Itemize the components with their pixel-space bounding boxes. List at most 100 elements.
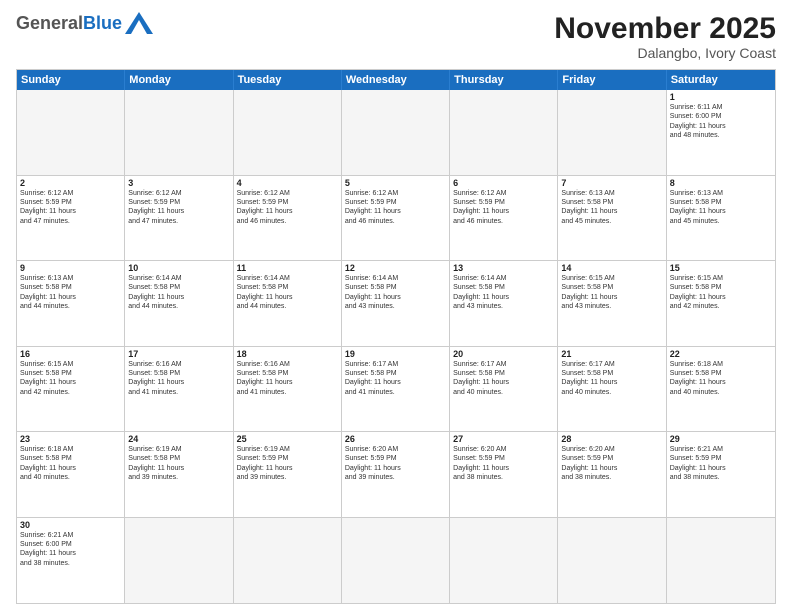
- cal-day-17: 17Sunrise: 6:16 AM Sunset: 5:58 PM Dayli…: [125, 347, 233, 433]
- day-number: 30: [20, 520, 121, 530]
- day-info: Sunrise: 6:17 AM Sunset: 5:58 PM Dayligh…: [453, 360, 554, 398]
- day-info: Sunrise: 6:12 AM Sunset: 5:59 PM Dayligh…: [237, 189, 338, 227]
- cal-empty: [125, 90, 233, 176]
- cal-day-30: 30Sunrise: 6:21 AM Sunset: 6:00 PM Dayli…: [17, 518, 125, 604]
- day-number: 3: [128, 178, 229, 188]
- cal-day-2: 2Sunrise: 6:12 AM Sunset: 5:59 PM Daylig…: [17, 176, 125, 262]
- calendar-header: SundayMondayTuesdayWednesdayThursdayFrid…: [17, 70, 775, 90]
- cal-day-13: 13Sunrise: 6:14 AM Sunset: 5:58 PM Dayli…: [450, 261, 558, 347]
- day-info: Sunrise: 6:12 AM Sunset: 5:59 PM Dayligh…: [128, 189, 229, 227]
- day-number: 7: [561, 178, 662, 188]
- cal-day-12: 12Sunrise: 6:14 AM Sunset: 5:58 PM Dayli…: [342, 261, 450, 347]
- cal-day-7: 7Sunrise: 6:13 AM Sunset: 5:58 PM Daylig…: [558, 176, 666, 262]
- day-info: Sunrise: 6:19 AM Sunset: 5:59 PM Dayligh…: [237, 445, 338, 483]
- cal-empty: [17, 90, 125, 176]
- day-number: 16: [20, 349, 121, 359]
- day-number: 29: [670, 434, 772, 444]
- day-info: Sunrise: 6:17 AM Sunset: 5:58 PM Dayligh…: [561, 360, 662, 398]
- calendar: SundayMondayTuesdayWednesdayThursdayFrid…: [16, 69, 776, 604]
- day-info: Sunrise: 6:19 AM Sunset: 5:58 PM Dayligh…: [128, 445, 229, 483]
- cal-day-18: 18Sunrise: 6:16 AM Sunset: 5:58 PM Dayli…: [234, 347, 342, 433]
- day-header-sunday: Sunday: [17, 70, 125, 90]
- cal-day-19: 19Sunrise: 6:17 AM Sunset: 5:58 PM Dayli…: [342, 347, 450, 433]
- day-number: 26: [345, 434, 446, 444]
- day-number: 22: [670, 349, 772, 359]
- cal-day-16: 16Sunrise: 6:15 AM Sunset: 5:58 PM Dayli…: [17, 347, 125, 433]
- day-info: Sunrise: 6:20 AM Sunset: 5:59 PM Dayligh…: [345, 445, 446, 483]
- day-info: Sunrise: 6:12 AM Sunset: 5:59 PM Dayligh…: [453, 189, 554, 227]
- day-info: Sunrise: 6:15 AM Sunset: 5:58 PM Dayligh…: [670, 274, 772, 312]
- cal-day-11: 11Sunrise: 6:14 AM Sunset: 5:58 PM Dayli…: [234, 261, 342, 347]
- day-info: Sunrise: 6:12 AM Sunset: 5:59 PM Dayligh…: [345, 189, 446, 227]
- day-header-saturday: Saturday: [667, 70, 775, 90]
- logo-blue: Blue: [83, 13, 122, 34]
- cal-day-1: 1Sunrise: 6:11 AM Sunset: 6:00 PM Daylig…: [667, 90, 775, 176]
- day-info: Sunrise: 6:11 AM Sunset: 6:00 PM Dayligh…: [670, 103, 772, 141]
- cal-day-23: 23Sunrise: 6:18 AM Sunset: 5:58 PM Dayli…: [17, 432, 125, 518]
- cal-empty: [234, 90, 342, 176]
- day-number: 6: [453, 178, 554, 188]
- logo: GeneralBlue: [16, 12, 153, 34]
- day-info: Sunrise: 6:16 AM Sunset: 5:58 PM Dayligh…: [128, 360, 229, 398]
- day-info: Sunrise: 6:16 AM Sunset: 5:58 PM Dayligh…: [237, 360, 338, 398]
- day-info: Sunrise: 6:13 AM Sunset: 5:58 PM Dayligh…: [561, 189, 662, 227]
- day-number: 11: [237, 263, 338, 273]
- cal-day-28: 28Sunrise: 6:20 AM Sunset: 5:59 PM Dayli…: [558, 432, 666, 518]
- day-info: Sunrise: 6:14 AM Sunset: 5:58 PM Dayligh…: [345, 274, 446, 312]
- day-number: 19: [345, 349, 446, 359]
- day-number: 9: [20, 263, 121, 273]
- cal-day-3: 3Sunrise: 6:12 AM Sunset: 5:59 PM Daylig…: [125, 176, 233, 262]
- day-number: 10: [128, 263, 229, 273]
- day-header-wednesday: Wednesday: [342, 70, 450, 90]
- month-title: November 2025: [554, 12, 776, 45]
- day-header-thursday: Thursday: [450, 70, 558, 90]
- day-header-friday: Friday: [558, 70, 666, 90]
- page: GeneralBlue November 2025 Dalangbo, Ivor…: [0, 0, 792, 612]
- header: GeneralBlue November 2025 Dalangbo, Ivor…: [16, 12, 776, 61]
- header-right: November 2025 Dalangbo, Ivory Coast: [554, 12, 776, 61]
- day-info: Sunrise: 6:20 AM Sunset: 5:59 PM Dayligh…: [453, 445, 554, 483]
- cal-empty: [342, 90, 450, 176]
- cal-day-27: 27Sunrise: 6:20 AM Sunset: 5:59 PM Dayli…: [450, 432, 558, 518]
- day-info: Sunrise: 6:21 AM Sunset: 5:59 PM Dayligh…: [670, 445, 772, 483]
- day-header-monday: Monday: [125, 70, 233, 90]
- day-number: 8: [670, 178, 772, 188]
- day-info: Sunrise: 6:14 AM Sunset: 5:58 PM Dayligh…: [237, 274, 338, 312]
- day-info: Sunrise: 6:20 AM Sunset: 5:59 PM Dayligh…: [561, 445, 662, 483]
- cal-empty: [558, 90, 666, 176]
- cal-empty: [125, 518, 233, 604]
- day-number: 4: [237, 178, 338, 188]
- day-number: 2: [20, 178, 121, 188]
- day-info: Sunrise: 6:14 AM Sunset: 5:58 PM Dayligh…: [128, 274, 229, 312]
- cal-day-14: 14Sunrise: 6:15 AM Sunset: 5:58 PM Dayli…: [558, 261, 666, 347]
- cal-day-20: 20Sunrise: 6:17 AM Sunset: 5:58 PM Dayli…: [450, 347, 558, 433]
- cal-empty: [234, 518, 342, 604]
- day-number: 28: [561, 434, 662, 444]
- cal-empty: [558, 518, 666, 604]
- day-number: 13: [453, 263, 554, 273]
- day-number: 5: [345, 178, 446, 188]
- cal-empty: [342, 518, 450, 604]
- cal-day-4: 4Sunrise: 6:12 AM Sunset: 5:59 PM Daylig…: [234, 176, 342, 262]
- cal-day-29: 29Sunrise: 6:21 AM Sunset: 5:59 PM Dayli…: [667, 432, 775, 518]
- day-info: Sunrise: 6:14 AM Sunset: 5:58 PM Dayligh…: [453, 274, 554, 312]
- cal-empty: [450, 518, 558, 604]
- cal-day-26: 26Sunrise: 6:20 AM Sunset: 5:59 PM Dayli…: [342, 432, 450, 518]
- day-info: Sunrise: 6:13 AM Sunset: 5:58 PM Dayligh…: [670, 189, 772, 227]
- day-number: 14: [561, 263, 662, 273]
- logo-text: GeneralBlue: [16, 12, 153, 34]
- cal-day-5: 5Sunrise: 6:12 AM Sunset: 5:59 PM Daylig…: [342, 176, 450, 262]
- cal-empty: [450, 90, 558, 176]
- cal-day-8: 8Sunrise: 6:13 AM Sunset: 5:58 PM Daylig…: [667, 176, 775, 262]
- cal-day-15: 15Sunrise: 6:15 AM Sunset: 5:58 PM Dayli…: [667, 261, 775, 347]
- day-header-tuesday: Tuesday: [234, 70, 342, 90]
- day-info: Sunrise: 6:18 AM Sunset: 5:58 PM Dayligh…: [20, 445, 121, 483]
- day-number: 1: [670, 92, 772, 102]
- day-info: Sunrise: 6:21 AM Sunset: 6:00 PM Dayligh…: [20, 531, 121, 569]
- cal-day-25: 25Sunrise: 6:19 AM Sunset: 5:59 PM Dayli…: [234, 432, 342, 518]
- cal-day-9: 9Sunrise: 6:13 AM Sunset: 5:58 PM Daylig…: [17, 261, 125, 347]
- logo-general: General: [16, 13, 83, 34]
- day-number: 23: [20, 434, 121, 444]
- cal-day-10: 10Sunrise: 6:14 AM Sunset: 5:58 PM Dayli…: [125, 261, 233, 347]
- day-number: 15: [670, 263, 772, 273]
